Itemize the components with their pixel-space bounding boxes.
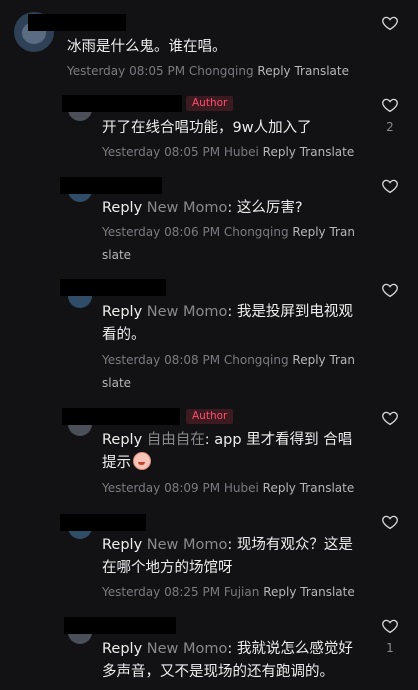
reply-to-user[interactable]: New Momo [147, 641, 228, 657]
redacted-username [62, 408, 180, 425]
translate-button[interactable]: Translate [294, 64, 349, 78]
timestamp-location: Yesterday 08:06 PM Chongqing [102, 225, 289, 239]
reply-to-user[interactable]: New Momo [147, 537, 228, 553]
comment-text: Reply 自由自在: app 里才看得到 合唱 [102, 432, 353, 448]
comment-text-line2: 多声音，又不是现场的还有跑调的。 [102, 664, 334, 680]
redacted-username [60, 279, 166, 296]
redacted-username [60, 514, 146, 531]
translate-button[interactable]: slate [102, 376, 131, 390]
timestamp-location: Yesterday 08:09 PM Hubei [102, 481, 259, 495]
reply-to-user[interactable]: 自由自在 [147, 432, 205, 448]
reply-prefix: Reply [102, 432, 143, 448]
reply-prefix: Reply [102, 304, 143, 320]
comment-meta: Yesterday 08:05 PM Hubei Reply Translate [102, 141, 354, 164]
translate-button[interactable]: slate [102, 248, 131, 262]
comment-meta: Yesterday 08:09 PM Hubei Reply Translate [102, 477, 354, 500]
reply-button[interactable]: Reply [263, 585, 296, 599]
like-count: 2 [386, 120, 394, 134]
translate-button-wrap: slate [102, 244, 131, 267]
timestamp-location: Yesterday 08:05 PM Chongqing [67, 64, 254, 78]
reply-to-user[interactable]: New Momo [147, 200, 228, 216]
reply-button[interactable]: Reply [292, 225, 325, 239]
reply-button[interactable]: Reply [263, 145, 296, 159]
comment-text: 开了在线合唱功能，9w人加入了 [102, 120, 312, 136]
comment-meta: Yesterday 08:08 PM Chongqing Reply Tran [102, 349, 355, 372]
comment-text-line2: 看的。 [102, 327, 146, 343]
timestamp-location: Yesterday 08:08 PM Chongqing [102, 353, 289, 367]
reply-prefix: Reply [102, 641, 143, 657]
translate-button[interactable]: Tran [329, 353, 354, 367]
comment-text: Reply New Momo: 现场有观众？这是 [102, 537, 353, 553]
timestamp-location: Yesterday 08:25 PM Fujian [102, 585, 260, 599]
comment-text: Reply New Momo: 我是投屏到电视观 [102, 304, 353, 320]
heart-outline-icon[interactable] [381, 96, 399, 114]
reply-button[interactable]: Reply [263, 481, 296, 495]
heart-outline-icon[interactable] [381, 177, 399, 195]
redacted-username [64, 617, 176, 634]
comment-text: Reply New Momo: 这么厉害? [102, 200, 303, 216]
heart-outline-icon[interactable] [381, 513, 399, 531]
translate-button-wrap: slate [102, 372, 131, 395]
redacted-username [28, 14, 126, 31]
author-badge: Author [186, 96, 234, 111]
heart-outline-icon[interactable] [381, 14, 399, 32]
comment-meta: Yesterday 08:25 PM Fujian Reply Translat… [102, 581, 355, 604]
timestamp-location: Yesterday 08:05 PM Hubei [102, 145, 259, 159]
comment-text: Reply New Momo: 我就说怎么感觉好 [102, 641, 353, 657]
like-count: 1 [386, 641, 394, 655]
comment-meta: Yesterday 08:05 PM Chongqing Reply Trans… [67, 60, 349, 83]
comment-text-line2: 在哪个地方的场馆呀 [102, 560, 233, 576]
reply-button[interactable]: Reply [292, 353, 325, 367]
comment-meta: Yesterday 08:06 PM Chongqing Reply Tran [102, 221, 355, 244]
heart-outline-icon[interactable] [381, 281, 399, 299]
translate-button[interactable]: Translate [300, 481, 355, 495]
reply-button[interactable]: Reply [257, 64, 290, 78]
redacted-username [62, 95, 182, 112]
redacted-username [60, 177, 162, 194]
reply-to-user[interactable]: New Momo [147, 304, 228, 320]
heart-outline-icon[interactable] [381, 409, 399, 427]
translate-button[interactable]: Tran [329, 225, 354, 239]
heart-outline-icon[interactable] [381, 617, 399, 635]
translate-button[interactable]: Translate [300, 145, 355, 159]
blush-face-emoji-icon [133, 452, 151, 470]
comment-text: 冰雨是什么鬼。谁在唱。 [67, 39, 227, 55]
author-badge: Author [186, 409, 234, 424]
reply-prefix: Reply [102, 200, 143, 216]
reply-prefix: Reply [102, 537, 143, 553]
translate-button[interactable]: Translate [300, 585, 355, 599]
comment-text-line2: 提示 [102, 452, 151, 475]
